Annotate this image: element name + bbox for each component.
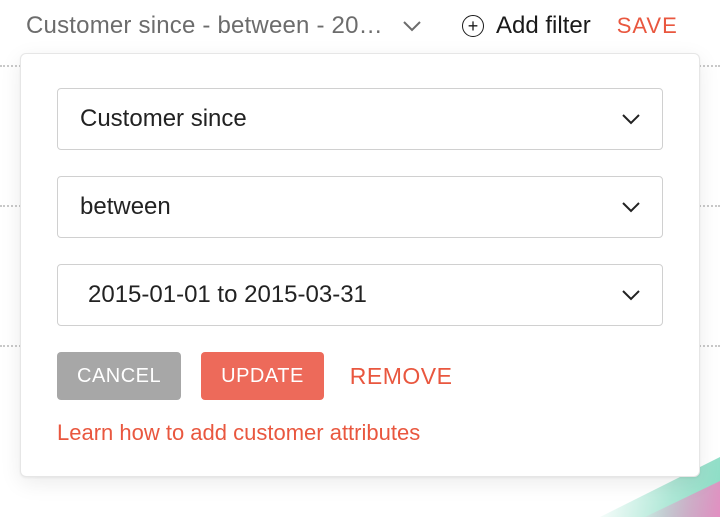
- operator-select[interactable]: between: [57, 176, 663, 238]
- add-filter-button[interactable]: + Add filter: [462, 12, 591, 40]
- active-filter-label: Customer since - between - 20…: [26, 12, 383, 40]
- remove-label: REMOVE: [350, 363, 453, 389]
- help-link[interactable]: Learn how to add customer attributes: [57, 420, 663, 446]
- filter-editor-panel: Customer since between 2015-01-01 to 201…: [20, 53, 700, 477]
- remove-link[interactable]: REMOVE: [350, 363, 453, 390]
- attribute-value: Customer since: [80, 105, 247, 133]
- update-label: UPDATE: [221, 365, 304, 388]
- chevron-down-icon: [622, 105, 640, 133]
- attribute-select[interactable]: Customer since: [57, 88, 663, 150]
- chevron-down-icon: [403, 12, 421, 40]
- add-filter-label: Add filter: [496, 12, 591, 40]
- help-link-label: Learn how to add customer attributes: [57, 420, 420, 445]
- operator-value: between: [80, 193, 171, 221]
- date-range-value: 2015-01-01 to 2015-03-31: [88, 281, 367, 309]
- plus-circle-icon: +: [462, 15, 484, 37]
- active-filter-chip[interactable]: Customer since - between - 20…: [26, 12, 426, 40]
- filter-toolbar: Customer since - between - 20… + Add fil…: [0, 0, 720, 52]
- update-button[interactable]: UPDATE: [201, 352, 324, 400]
- panel-actions: CANCEL UPDATE REMOVE: [57, 352, 663, 400]
- chevron-down-icon: [622, 193, 640, 221]
- chevron-down-icon: [622, 281, 640, 309]
- cancel-label: CANCEL: [77, 365, 161, 388]
- save-label: SAVE: [617, 13, 678, 38]
- date-range-select[interactable]: 2015-01-01 to 2015-03-31: [57, 264, 663, 326]
- cancel-button[interactable]: CANCEL: [57, 352, 181, 400]
- save-button[interactable]: SAVE: [617, 13, 678, 39]
